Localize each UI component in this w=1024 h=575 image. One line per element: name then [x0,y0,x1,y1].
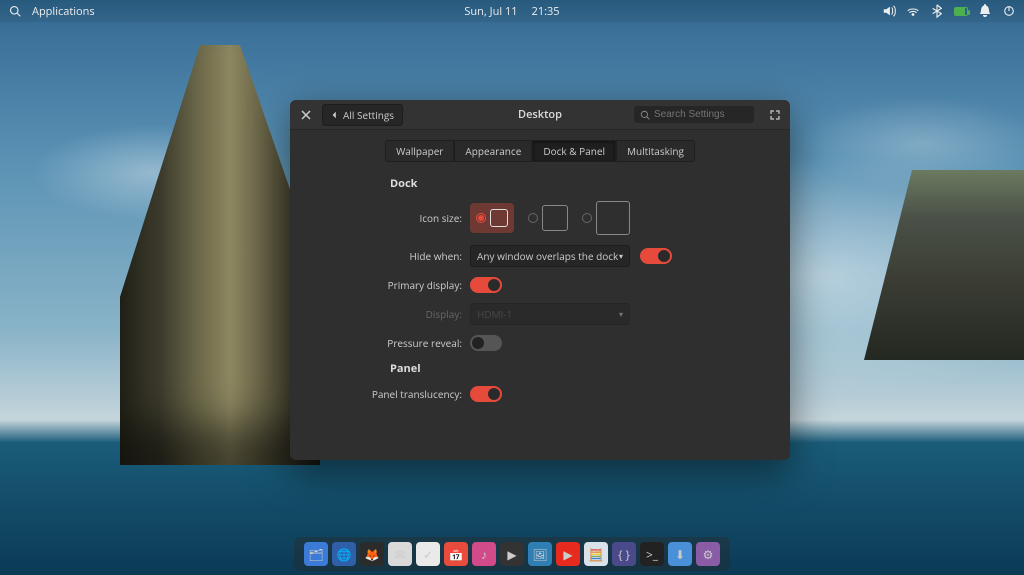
label-primary-display: Primary display: [290,278,470,292]
dock-item-youtube[interactable]: ▶ [556,542,580,566]
dock-item-calendar[interactable]: 📅 [444,542,468,566]
hide-when-dropdown[interactable]: Any window overlaps the dock ▾ [470,245,630,267]
primary-display-toggle[interactable] [470,277,502,293]
label-hide-when: Hide when: [290,249,470,263]
size-preview-large [596,201,630,235]
row-display: Display: HDMI-1 ▾ [290,303,790,325]
bluetooth-icon[interactable] [930,4,944,18]
size-preview-small [490,209,508,227]
row-panel-translucency: Panel translucency: [290,386,790,402]
tab-multitasking[interactable]: Multitasking [616,140,695,162]
window-title: Desktop [518,107,562,122]
pressure-reveal-toggle[interactable] [470,335,502,351]
search-icon [640,110,650,120]
window-titlebar[interactable]: All Settings Desktop [290,100,790,130]
session-icon[interactable] [1002,4,1016,18]
display-value: HDMI-1 [477,307,512,321]
size-preview-medium [542,205,568,231]
dock-item-mail[interactable]: ✉ [388,542,412,566]
top-panel: Applications Sun, Jul 11 21:35 [0,0,1024,22]
dock-item-terminal[interactable]: >_ [640,542,664,566]
radio-icon [476,213,486,223]
label-display: Display: [290,307,470,321]
battery-icon[interactable] [954,4,968,18]
dock-item-appcenter[interactable]: ⬇ [668,542,692,566]
label-icon-size: Icon size: [290,211,470,225]
radio-icon [582,213,592,223]
dock-item-videos[interactable]: ▶ [500,542,524,566]
search-input[interactable] [654,109,744,120]
applications-menu[interactable]: Applications [32,4,95,19]
notifications-icon[interactable] [978,4,992,18]
search-icon[interactable] [8,4,22,18]
back-arrow-icon [331,111,339,119]
settings-window: All Settings Desktop Wallpaper Appearanc… [290,100,790,460]
row-primary-display: Primary display: [290,277,790,293]
row-icon-size: Icon size: [290,201,790,235]
icon-size-medium[interactable] [528,205,568,231]
dock: 🗂🌐🦊✉✓📅♪▶🖼▶🧮{ }>_⬇⚙ [294,537,730,571]
dock-item-tasks[interactable]: ✓ [416,542,440,566]
settings-tabs: Wallpaper Appearance Dock & Panel Multit… [290,140,790,162]
chevron-down-icon: ▾ [619,309,623,320]
section-dock-header: Dock [390,176,790,191]
chevron-down-icon: ▾ [619,251,623,262]
icon-size-large[interactable] [582,201,630,235]
radio-icon [528,213,538,223]
row-hide-when: Hide when: Any window overlaps the dock … [290,245,790,267]
dock-item-code[interactable]: { } [612,542,636,566]
network-icon[interactable] [906,4,920,18]
label-panel-translucency: Panel translucency: [290,387,470,401]
dock-item-browser-epiphany[interactable]: 🌐 [332,542,356,566]
dock-item-music[interactable]: ♪ [472,542,496,566]
close-button[interactable] [298,107,314,123]
dock-item-photos[interactable]: 🖼 [528,542,552,566]
label-pressure-reveal: Pressure reveal: [290,336,470,350]
dock-item-files[interactable]: 🗂 [304,542,328,566]
row-pressure-reveal: Pressure reveal: [290,335,790,351]
hide-when-toggle[interactable] [640,248,672,264]
settings-search[interactable] [634,106,754,123]
tab-appearance[interactable]: Appearance [454,140,532,162]
all-settings-label: All Settings [343,108,394,122]
tab-wallpaper[interactable]: Wallpaper [385,140,454,162]
all-settings-button[interactable]: All Settings [322,104,403,126]
display-dropdown: HDMI-1 ▾ [470,303,630,325]
panel-time[interactable]: 21:35 [532,4,560,19]
panel-date[interactable]: Sun, Jul 11 [464,4,517,19]
tab-dock-panel[interactable]: Dock & Panel [532,140,616,162]
dock-item-calculator[interactable]: 🧮 [584,542,608,566]
panel-translucency-toggle[interactable] [470,386,502,402]
dock-item-browser-firefox[interactable]: 🦊 [360,542,384,566]
volume-icon[interactable] [882,4,896,18]
section-panel-header: Panel [390,361,790,376]
icon-size-small[interactable] [470,203,514,233]
maximize-button[interactable] [768,108,782,122]
hide-when-value: Any window overlaps the dock [477,249,618,263]
dock-item-settings[interactable]: ⚙ [696,542,720,566]
